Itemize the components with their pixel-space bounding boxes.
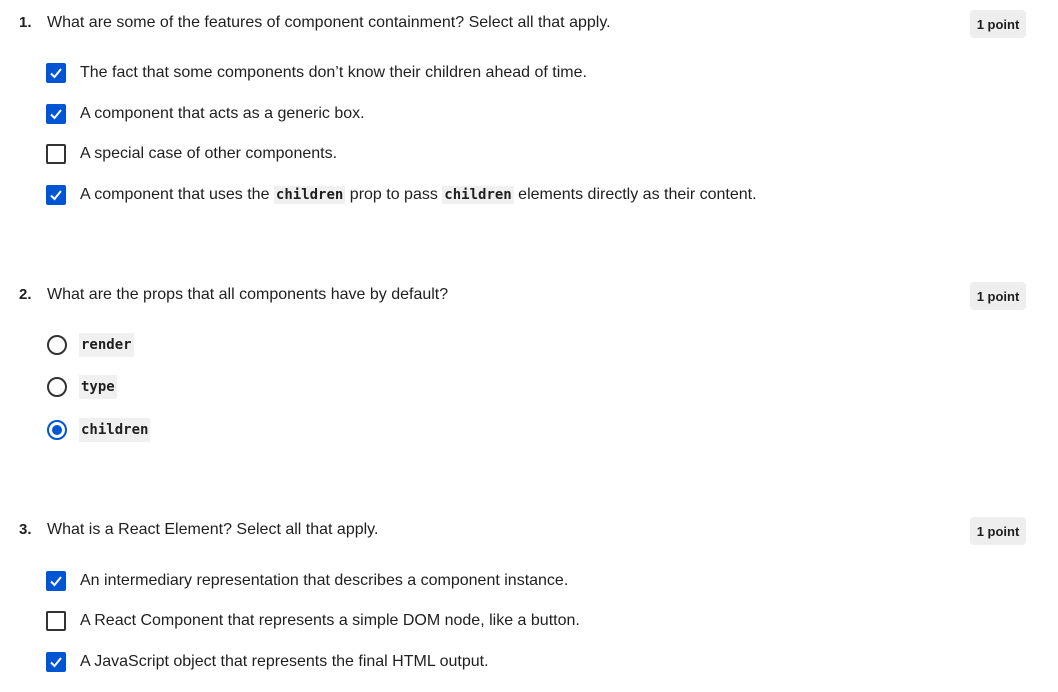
option-3-2[interactable]: A React Component that represents a simp… <box>46 609 580 633</box>
question-3: 3. What is a React Element? Select all t… <box>0 517 1058 549</box>
option-label: A component that acts as a generic box. <box>80 105 365 122</box>
option-1-4[interactable]: A component that uses the children prop … <box>46 183 757 207</box>
points-badge: 1 point <box>970 282 1026 310</box>
option-label: A special case of other components. <box>80 145 338 162</box>
option-label: An intermediary representation that desc… <box>80 572 569 589</box>
option-label: A JavaScript object that represents the … <box>80 653 489 670</box>
points-badge: 1 point <box>970 10 1026 38</box>
option-label: A component that uses the children prop … <box>80 184 757 206</box>
option-label-text: elements directly as their content. <box>513 186 757 203</box>
option-3-3[interactable]: A JavaScript object that represents the … <box>46 650 489 674</box>
option-3-1[interactable]: An intermediary representation that desc… <box>46 569 568 593</box>
checkbox-unchecked-icon[interactable] <box>46 144 66 164</box>
option-1-3[interactable]: A special case of other components. <box>46 142 337 166</box>
radio-selected-icon[interactable] <box>47 420 67 440</box>
question-number: 3. <box>19 521 32 538</box>
checkbox-checked-icon[interactable] <box>46 571 66 591</box>
question-number: 2. <box>19 286 32 303</box>
checkbox-unchecked-icon[interactable] <box>46 611 66 631</box>
code-children: children <box>273 186 346 204</box>
radio-unselected-icon[interactable] <box>47 377 67 397</box>
option-label: A React Component that represents a simp… <box>80 612 580 629</box>
option-label: children <box>79 418 151 442</box>
option-1-2[interactable]: A component that acts as a generic box. <box>46 102 365 126</box>
question-2: 2. What are the props that all component… <box>0 282 1058 314</box>
option-2-3[interactable]: children <box>46 418 151 442</box>
question-text: What are some of the features of compone… <box>47 14 611 31</box>
radio-unselected-icon[interactable] <box>47 335 67 355</box>
option-label: type <box>79 375 117 399</box>
option-1-1[interactable]: The fact that some components don’t know… <box>46 61 587 85</box>
option-label-text: A component that uses the <box>80 186 274 203</box>
checkbox-checked-icon[interactable] <box>46 652 66 672</box>
code-children: children <box>442 186 514 204</box>
question-text: What is a React Element? Select all that… <box>47 521 379 538</box>
checkbox-checked-icon[interactable] <box>46 104 66 124</box>
option-2-1[interactable]: render <box>46 333 134 357</box>
option-2-2[interactable]: type <box>46 375 117 399</box>
option-label: The fact that some components don’t know… <box>80 64 587 81</box>
question-header: 3. What is a React Element? Select all t… <box>0 517 1058 549</box>
question-1: 1. What are some of the features of comp… <box>0 10 1058 42</box>
points-badge: 1 point <box>970 517 1026 545</box>
checkbox-checked-icon[interactable] <box>46 63 66 83</box>
question-number: 1. <box>19 14 32 31</box>
option-label: render <box>79 333 134 357</box>
checkbox-checked-icon[interactable] <box>46 185 66 205</box>
option-label-text: prop to pass <box>345 186 443 203</box>
question-header: 1. What are some of the features of comp… <box>0 10 1058 42</box>
question-text: What are the props that all components h… <box>47 286 449 303</box>
question-header: 2. What are the props that all component… <box>0 282 1058 314</box>
